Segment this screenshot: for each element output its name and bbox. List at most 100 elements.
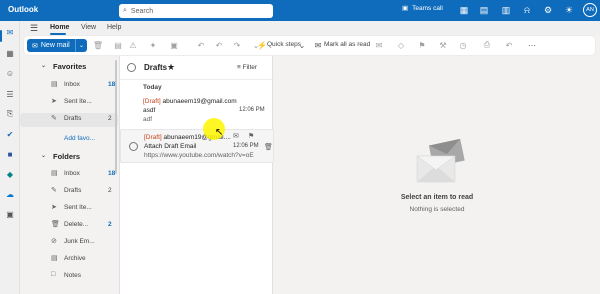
sidebar-item-inbox[interactable]: ▤ Inbox 18 [20,168,118,182]
draft-count: 2 [108,115,112,122]
sender-email: abunaeem19@gmail.com [162,98,237,105]
hamburger-icon[interactable]: ☰ [30,23,38,34]
notes-icon: □ [51,271,56,278]
mark-all-read-button[interactable]: Mark all as read [324,41,370,48]
delete-icon[interactable]: 🗑 [264,143,273,151]
word-icon[interactable]: ■ [5,149,15,159]
mail-icon[interactable]: ✉ [5,27,15,37]
draft-count: 2 [108,187,112,194]
ribbon-toolbar: ✉ New mail ⌄ 🗑 ▤ ⚠ ✦ ▣ ↶ ↶ ↷ ⌄ ⚡ Quick s… [24,36,595,55]
calendar-icon[interactable]: ▦ [5,48,15,58]
teams-call-button[interactable]: ▣ Teams call [402,4,443,13]
snooze-icon[interactable]: ◷ [458,40,468,50]
sidebar-item-deleted[interactable]: 🗑 Delete... 2 [20,219,118,233]
attachment-icon[interactable]: ⎘ [5,109,15,119]
folder-scrollbar[interactable] [115,60,117,174]
new-mail-label: New mail [40,42,70,49]
draft-icon: ✎ [51,187,57,194]
delete-icon[interactable]: 🗑 [93,40,103,50]
tasks-icon[interactable]: ☰ [5,89,15,99]
star-icon[interactable]: ★ [167,62,175,73]
search-icon: ⌕ [123,7,127,14]
apps-icon[interactable]: ▣ [5,209,15,219]
list-title: Drafts [144,63,168,72]
quick-steps-button[interactable]: Quick steps [267,41,301,48]
tag-icon[interactable]: ◇ [396,40,406,50]
select-all-checkbox[interactable] [127,63,136,72]
sidebar-item-drafts[interactable]: ✎ Drafts 2 [20,185,118,199]
inbox-icon: ▤ [51,81,58,88]
word-icon[interactable]: ▤ [478,4,490,16]
folder-label: Drafts [64,187,82,194]
flag-icon[interactable]: ⚑ [248,132,254,140]
sidebar-item-junk[interactable]: ⊘ Junk Em... [20,236,118,250]
video-icon: ▣ [402,5,409,12]
sidebar-item-sent[interactable]: ➤ Sent Ite... [20,202,118,216]
message-time: 12:06 PM [233,143,259,149]
add-favorite-link[interactable]: Add favo... [64,135,95,142]
list-item[interactable]: [Draft] abunaeem19@gmail.com asdf 12:06 … [120,94,274,130]
forward-icon[interactable]: ↷ [232,40,242,50]
new-mail-button[interactable]: ✉ New mail ⌄ [27,39,87,52]
folders-header[interactable]: ⌄ Folders [20,152,118,164]
chevron-down-icon: ⌄ [41,63,47,69]
inbox-icon: ▤ [51,170,58,177]
sidebar-item-sent[interactable]: ➤ Sent Ite... [20,96,118,110]
mail-icon[interactable]: ✉ [233,132,239,140]
sidebar-item-inbox[interactable]: ▤ Inbox 18 [20,79,118,93]
gear-icon[interactable]: ⚙ [542,4,554,16]
unread-icon[interactable]: ✉ [374,40,384,50]
draft-tag: [Draft] [144,134,162,141]
app-rail: ✉ ▦ ☺ ☰ ⎘ ✔ ■ ◆ ☁ ▣ [0,21,20,294]
select-radio[interactable] [129,142,138,151]
tab-home[interactable]: Home [50,24,69,31]
archive-icon[interactable]: ▤ [113,40,123,50]
filter-button[interactable]: ≡ Filter [237,64,257,71]
group-header: Today [143,84,162,91]
chevron-down-icon: ⌄ [41,153,47,159]
sidebar-item-drafts[interactable]: ✎ Drafts 2 [20,113,118,127]
reply-all-icon[interactable]: ↶ [214,40,224,50]
move-icon[interactable]: ▣ [169,40,179,50]
tab-help[interactable]: Help [107,24,121,31]
favorites-label: Favorites [53,62,87,71]
avatar[interactable]: AN [583,3,597,17]
message-subject: Attach Draft Email [144,143,197,150]
pin-icon[interactable]: ⚒ [438,40,448,50]
report-icon[interactable]: ⚠ [128,40,138,50]
favorites-header[interactable]: ⌄ Favorites [20,62,118,74]
chevron-down-icon[interactable]: ⌄ [76,42,87,49]
message-preview: https://www.youtube.com/watch?v=oE... [144,152,254,159]
folder-label: Sent Ite... [64,204,92,211]
people-icon[interactable]: ☺ [5,68,15,78]
filter-label: Filter [242,64,258,71]
sent-icon: ➤ [51,204,57,211]
search-box[interactable]: ⌕ Search [119,4,273,18]
apps-icon[interactable]: ▥ [500,4,512,16]
app-title: Outlook [8,5,39,14]
sidebar-item-archive[interactable]: ▤ Archive [20,253,118,267]
compose-icon: ✉ [32,42,38,50]
reply-icon[interactable]: ↶ [196,40,206,50]
print-icon[interactable]: ⎙ [482,40,492,50]
bell-icon[interactable]: ⍾ [521,4,533,16]
onedrive-icon[interactable]: ☁ [5,189,15,199]
sent-icon: ➤ [51,98,57,105]
folder-label: Archive [64,255,86,262]
flag-icon[interactable]: ⚑ [417,40,427,50]
undo-icon[interactable]: ↶ [504,40,514,50]
todo-icon[interactable]: ✔ [5,129,15,139]
sweep-icon[interactable]: ✦ [148,40,158,50]
draft-tag: [Draft] [143,98,161,105]
archive-icon: ▤ [51,255,58,262]
calendar-icon[interactable]: ▦ [458,4,470,16]
more-options-icon[interactable]: ⋯ [527,40,537,50]
list-item[interactable]: [Draft] abunaeem19@gmail.... ✉ ⚑ Attach … [120,129,274,163]
tab-view[interactable]: View [81,24,96,31]
sidebar-item-notes[interactable]: □ Notes [20,270,118,284]
sway-icon[interactable]: ◆ [5,169,15,179]
unread-count: 2 [108,221,112,228]
active-indicator [0,30,2,42]
lightbulb-icon[interactable]: ☀ [563,4,575,16]
chevron-down-icon[interactable]: ⌄ [297,40,307,50]
